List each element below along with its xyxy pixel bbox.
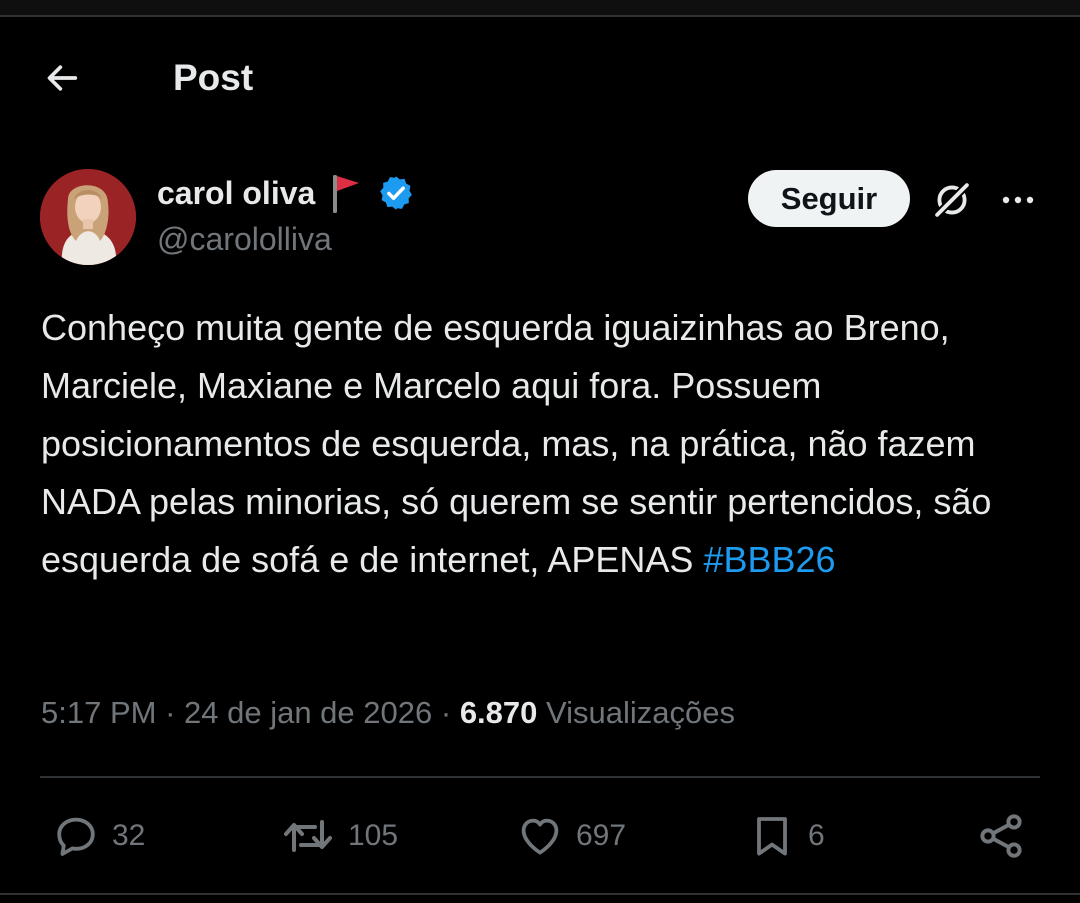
bookmark-count: 6: [808, 819, 825, 852]
page-title: Post: [173, 57, 254, 98]
bookmark-icon: [757, 817, 787, 856]
like-count: 697: [576, 819, 627, 852]
divider: [40, 776, 1040, 778]
meta-separator: ·: [432, 695, 460, 730]
repost-button[interactable]: 105: [280, 810, 398, 862]
reply-button[interactable]: 32: [52, 810, 145, 862]
grok-button[interactable]: [928, 176, 976, 224]
reply-icon: [57, 817, 95, 856]
verified-badge-icon[interactable]: [377, 174, 415, 212]
back-button[interactable]: [38, 56, 86, 100]
tweet-date[interactable]: 24 de jan de 2026: [184, 695, 432, 730]
bookmark-button[interactable]: 6: [748, 810, 825, 862]
arrow-left-icon: [47, 65, 78, 91]
grok-icon: [933, 181, 971, 219]
tweet-time[interactable]: 5:17 PM: [41, 695, 156, 730]
tweet-text: Conheço muita gente de esquerda iguaizin…: [41, 299, 1041, 589]
author-name-row: carol oliva: [157, 170, 415, 216]
views-label: Visualizações: [546, 695, 735, 730]
views-count: 6.870: [459, 695, 538, 730]
more-options-button[interactable]: [994, 176, 1042, 224]
share-icon: [980, 814, 1022, 858]
tweet-meta: 5:17 PM · 24 de jan de 2026 · 6.870 Visu…: [41, 690, 735, 736]
heart-icon: [521, 818, 559, 855]
repost-count: 105: [348, 819, 399, 852]
author-display-name[interactable]: carol oliva: [157, 175, 315, 212]
bottom-edge-bar: [0, 893, 1080, 903]
repost-icon: [284, 820, 332, 852]
reply-count: 32: [112, 819, 146, 852]
more-horizontal-icon: [1002, 196, 1034, 204]
top-edge-bar: [0, 0, 1080, 17]
like-button[interactable]: 697: [516, 810, 626, 862]
red-flag-icon: [333, 175, 360, 213]
avatar[interactable]: [40, 169, 136, 265]
follow-button[interactable]: Seguir: [748, 170, 910, 227]
share-button[interactable]: [975, 810, 1027, 862]
avatar-image: [40, 169, 136, 265]
hashtag-link[interactable]: #BBB26: [703, 539, 835, 580]
tweet-body: Conheço muita gente de esquerda iguaizin…: [41, 307, 992, 580]
meta-separator: ·: [156, 695, 185, 730]
author-handle[interactable]: @carololliva: [157, 221, 332, 258]
